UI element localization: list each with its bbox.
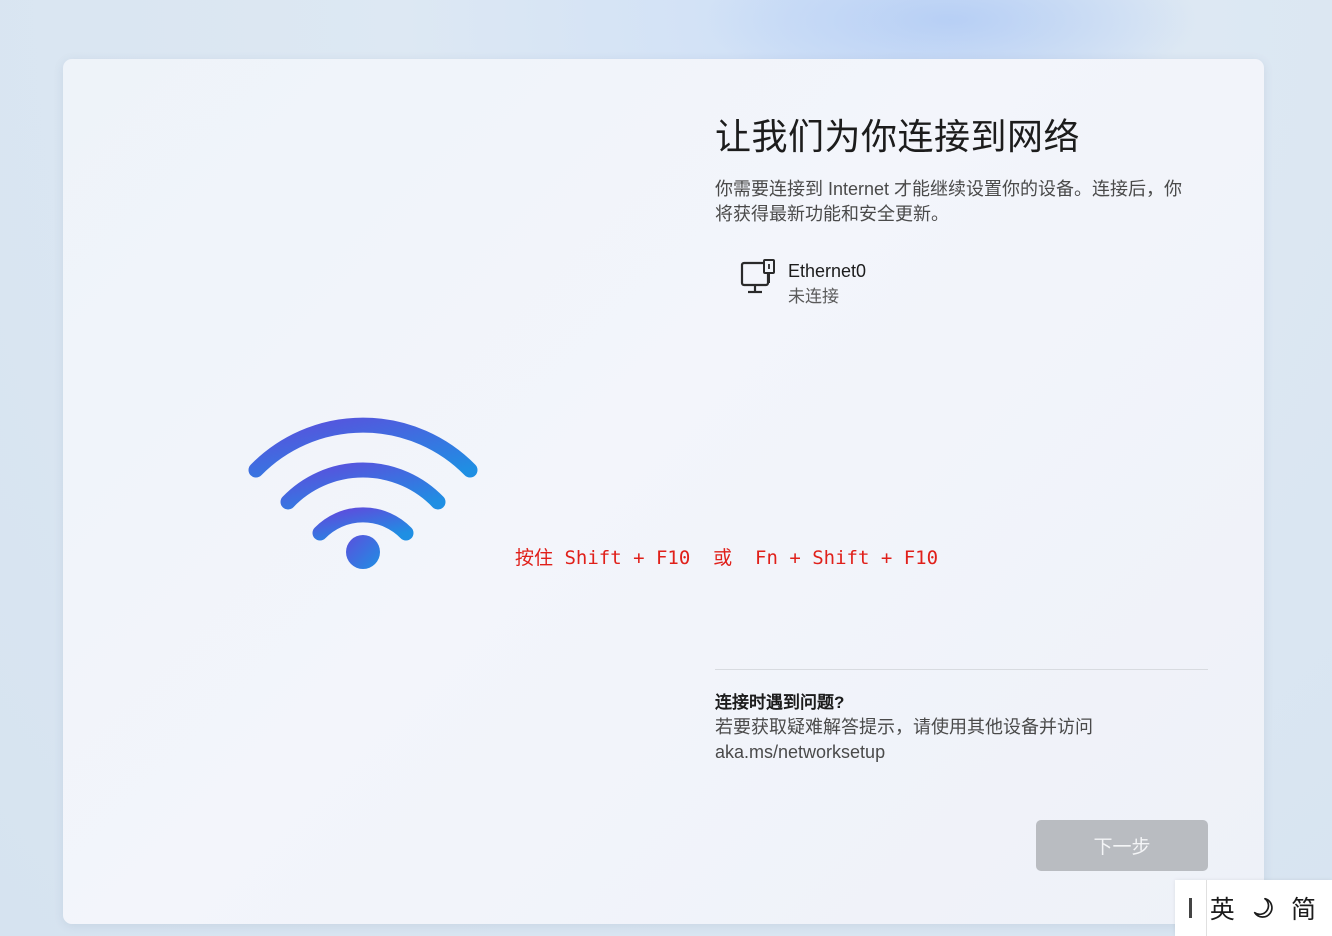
divider [715,669,1208,670]
network-name: Ethernet0 [788,261,867,281]
next-button[interactable]: 下一步 [1036,820,1208,871]
ime-separator [1206,880,1207,936]
page-description: 你需要连接到 Internet 才能继续设置你的设备。连接后，你将获得最新功能和… [715,179,1183,224]
wifi-illustration-icon [248,417,478,569]
ime-toolbar: 英 简 [1175,880,1332,936]
half-moon-icon[interactable] [1251,895,1275,921]
help-title: 连接时遇到问题? [715,693,845,712]
network-text: Ethernet0 未连接 [788,258,866,310]
page-title: 让我们为你连接到网络 [715,116,1081,157]
network-item-ethernet0[interactable]: Ethernet0 未连接 [740,258,866,310]
network-status: 未连接 [788,287,839,306]
shortcut-hint-annotation: 按住 Shift + F10 或 Fn + Shift + F10 [515,547,939,569]
ime-language-toggle[interactable]: 英 [1210,890,1235,926]
ethernet-icon [740,259,775,294]
help-text: 若要获取疑难解答提示，请使用其他设备并访问 aka.ms/networksetu… [715,717,1093,762]
ime-drag-handle[interactable] [1189,898,1192,918]
ime-script-toggle[interactable]: 简 [1291,890,1316,926]
